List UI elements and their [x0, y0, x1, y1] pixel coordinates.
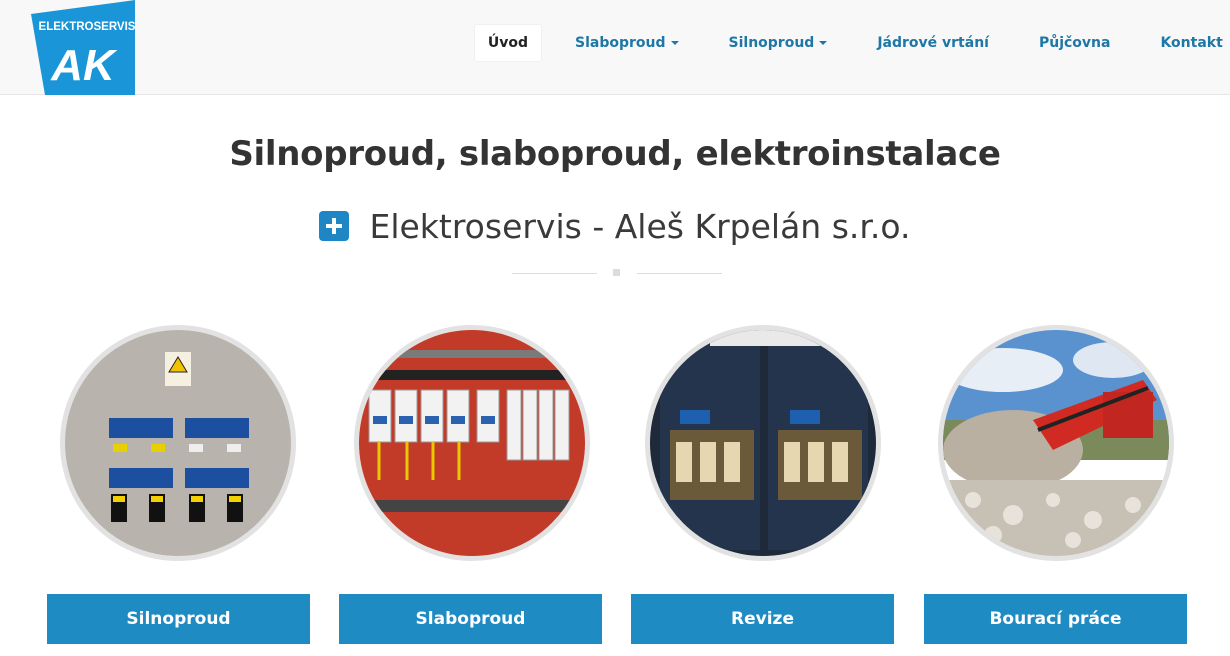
logo-text: ELEKTROSERVIS [39, 21, 135, 33]
bouraci-prace-button[interactable]: Bourací práce [924, 594, 1187, 644]
nav-item-uvod[interactable]: Úvod [475, 25, 541, 61]
divider-line [637, 273, 722, 274]
page-title: Silnoproud, slaboproud, elektroinstalace [229, 134, 1001, 174]
revize-button[interactable]: Revize [631, 594, 894, 644]
chevron-down-icon [819, 41, 828, 45]
divider-line [512, 273, 597, 274]
page-subtitle: Elektroservis - Aleš Krpelán s.r.o. [369, 206, 911, 246]
plus-icon [319, 211, 350, 241]
divider-dot [613, 269, 620, 276]
divider [512, 268, 722, 278]
main-nav: Úvod Slaboproud Silnoproud Jádrové vrtán… [475, 25, 1223, 61]
demolition-crusher-photo[interactable] [938, 325, 1174, 561]
nav-item-slaboproud[interactable]: Slaboproud [575, 25, 679, 61]
logo[interactable]: ELEKTROSERVIS AK [31, 0, 136, 95]
header: ELEKTROSERVIS AK Úvod Slaboproud Silnopr… [0, 0, 1230, 95]
nav-item-kontakt[interactable]: Kontakt [1160, 25, 1222, 61]
nav-item-jadrove-vrtani[interactable]: Jádrové vrtání [877, 25, 989, 61]
chevron-down-icon [670, 41, 679, 45]
silnoproud-button[interactable]: Silnoproud [47, 594, 310, 644]
circuit-breakers-photo[interactable] [354, 325, 590, 561]
nav-item-silnoproud[interactable]: Silnoproud [729, 25, 828, 61]
logo-mark: AK [50, 41, 118, 90]
nav-item-pujcovna[interactable]: Půjčovna [1039, 25, 1110, 61]
subtitle-row: Elektroservis - Aleš Krpelán s.r.o. [0, 202, 1230, 250]
fuse-switches-photo[interactable] [645, 325, 881, 561]
electrical-panel-photo[interactable] [60, 325, 296, 561]
slaboproud-button[interactable]: Slaboproud [339, 594, 602, 644]
